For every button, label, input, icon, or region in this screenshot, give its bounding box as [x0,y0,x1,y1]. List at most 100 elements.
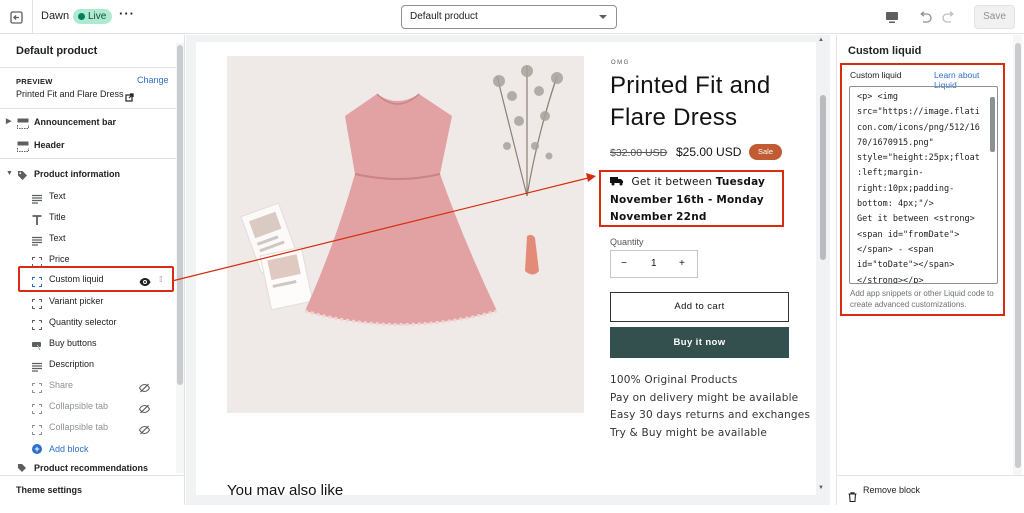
feature-list: 100% Original Products Pay on delivery m… [610,372,810,443]
section-product-information[interactable]: ▼ Product information [0,164,176,184]
frame-icon [31,380,43,394]
trash-icon [848,485,857,503]
block-label: Variant picker [49,296,104,306]
block-quantity-selector[interactable]: Quantity selector [0,312,176,332]
block-label: Custom liquid [49,274,104,284]
compare-price: $32.00 USD [610,147,668,159]
add-block-label: Add block [49,444,89,454]
remove-block-button[interactable]: Remove block [837,475,1024,505]
divider [32,0,33,34]
scroll-up-icon[interactable]: ▲ [818,37,824,43]
block-label: Description [49,359,95,369]
block-label: Text [49,233,66,243]
eye-hidden-icon[interactable] [138,380,151,393]
desktop-preview-icon[interactable] [883,8,901,26]
divider [0,108,176,109]
eye-hidden-icon[interactable] [138,422,151,435]
block-collapsible-tab[interactable]: Collapsible tab [0,417,176,437]
panel-title: Custom liquid [848,45,922,57]
buy-now-button[interactable]: Buy it now [610,327,789,358]
feature-item: 100% Original Products [610,374,738,386]
sale-price: $25.00 USD [676,145,742,159]
text-icon [32,359,42,372]
preview-scroll-thumb[interactable] [820,95,826,260]
liquid-code-editor[interactable]: <p> <img src="https://image.flati con.co… [849,86,998,284]
block-variant-picker[interactable]: Variant picker [0,291,176,311]
field-label: Custom liquid [850,70,902,80]
add-block-button[interactable]: + Add block [0,439,176,459]
section-product-recommendations[interactable]: Product recommendations [0,461,176,473]
section-icon [17,139,29,159]
panel-scroll-thumb[interactable] [1015,43,1021,468]
frame-icon [31,274,43,288]
undo-icon[interactable] [916,8,934,26]
block-buy-buttons[interactable]: Buy buttons [0,333,176,353]
section-label: Product information [34,169,120,179]
frame-icon [31,317,43,331]
quantity-plus-button[interactable]: + [679,258,685,269]
quantity-minus-button[interactable]: − [621,258,627,269]
section-icon [17,116,29,136]
chevron-down-icon[interactable]: ▼ [6,164,13,184]
chevron-right-icon[interactable]: ▶ [6,112,11,132]
exit-icon[interactable] [7,8,25,26]
block-settings-panel: Custom liquid Custom liquid Learn about … [836,35,1024,505]
text-icon [32,233,42,246]
preview-product-name: Printed Fit and Flare Dress [16,89,124,99]
section-header[interactable]: Header [0,135,176,155]
page-title: Default product [16,45,98,57]
add-to-cart-button[interactable]: Add to cart [610,292,789,322]
block-description[interactable]: Description [0,354,176,374]
eye-icon[interactable] [139,274,151,286]
preview-label: PREVIEW [16,77,53,86]
help-text: Add app snippets or other Liquid code to… [850,289,994,309]
theme-name: Dawn [41,10,70,22]
block-text[interactable]: Text [0,228,176,248]
feature-item: Try & Buy might be available [610,427,768,440]
block-label: Share [49,380,74,390]
section-announcement-bar[interactable]: ▶ Announcement bar [0,112,176,132]
sidebar-scroll-thumb[interactable] [177,45,183,385]
template-select[interactable]: Default product [401,5,617,29]
quantity-stepper: − 1 + [610,250,698,278]
liquid-code[interactable]: <p> <img src="https://image.flati con.co… [850,87,997,283]
chevron-down-icon [599,15,607,19]
eye-hidden-icon[interactable] [138,401,151,414]
block-title[interactable]: Title [0,207,176,227]
block-label: Collapsible tab [49,401,109,411]
quantity-value[interactable]: 1 [651,258,657,269]
scroll-down-icon[interactable]: ▼ [818,485,824,491]
sections-sidebar: Default product PREVIEW Change Printed F… [0,35,185,505]
divider [0,67,176,68]
drag-handle-icon[interactable]: ⁞⁞ [159,270,163,290]
editor-scroll-thumb[interactable] [990,97,995,152]
more-actions-icon[interactable]: ··· [119,6,135,21]
storefront-preview: OMG Printed Fit and Flare Dress $32.00 U… [196,42,816,495]
change-preview-link[interactable]: Change [137,75,169,85]
redo-icon[interactable] [939,8,957,26]
block-text[interactable]: Text [0,186,176,206]
delivery-prefix: Get it between [631,176,716,188]
buy-icon [32,338,42,352]
sale-badge: Sale [749,144,783,160]
block-share[interactable]: Share [0,375,176,395]
block-custom-liquid[interactable]: Custom liquid ⁞⁞ [18,266,174,292]
theme-settings-button[interactable]: Theme settings [0,475,184,505]
block-label: Buy buttons [49,338,97,348]
save-button[interactable]: Save [974,5,1015,29]
text-icon [32,191,42,204]
product-vendor: OMG [611,60,630,66]
frame-icon [31,254,43,268]
template-select-value: Default product [410,11,478,22]
live-badge: Live [73,9,113,24]
section-label: Product recommendations [34,463,149,473]
title-icon [32,212,42,225]
external-link-icon[interactable] [125,89,134,102]
block-collapsible-tab[interactable]: Collapsible tab [0,396,176,416]
block-label: Text [49,191,66,201]
product-image[interactable] [227,56,584,413]
section-icon [17,463,28,473]
feature-item: Pay on delivery might be available [610,391,799,404]
remove-block-label: Remove block [863,485,921,495]
plus-circle-icon: + [32,444,42,454]
